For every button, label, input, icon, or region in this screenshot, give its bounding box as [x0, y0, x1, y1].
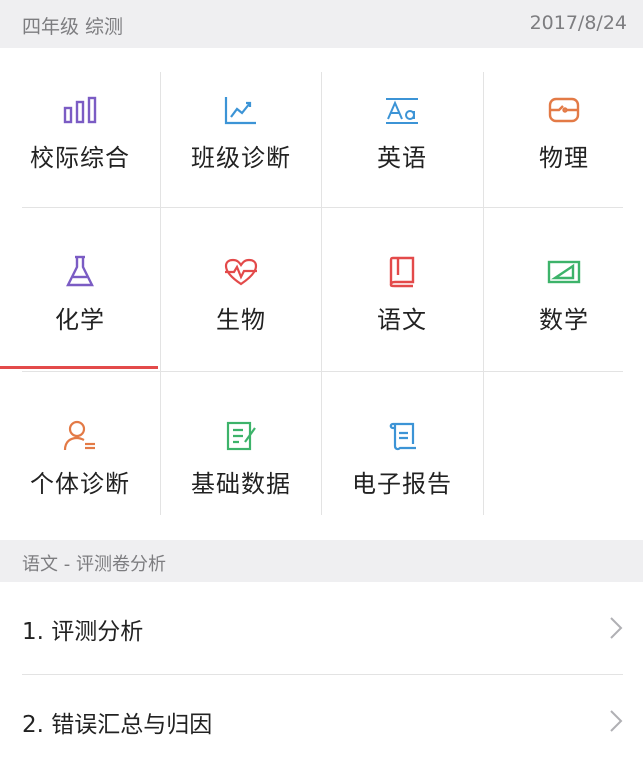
grid-item-label: 数学	[539, 306, 589, 334]
document-edit-icon	[223, 420, 259, 452]
line-chart-icon	[223, 94, 259, 126]
person-icon	[62, 420, 98, 452]
bar-chart-icon	[62, 94, 98, 126]
grid-item-e-report[interactable]: 电子报告	[322, 374, 482, 538]
flask-icon	[62, 255, 98, 288]
grid-item-class-diagnosis[interactable]: 班级诊断	[161, 48, 321, 212]
grid-item-label: 语文	[377, 306, 427, 334]
page-title: 四年级 综测	[22, 16, 124, 38]
grid-item-chinese[interactable]: 语文	[322, 210, 482, 374]
chevron-right-icon	[610, 617, 623, 639]
grid-item-inter-school[interactable]: 校际综合	[0, 48, 160, 212]
ruler-triangle-icon	[546, 256, 582, 288]
grid-item-label: 校际综合	[30, 144, 130, 172]
grid-item-label: 英语	[377, 144, 427, 172]
grid-item-label: 物理	[539, 144, 589, 172]
grid-item-english[interactable]: 英语	[322, 48, 482, 212]
list-item[interactable]: 1. 评测分析	[0, 582, 643, 674]
grid-item-basic-data[interactable]: 基础数据	[161, 374, 321, 538]
text-aa-icon	[384, 94, 420, 126]
circuit-icon	[546, 94, 582, 126]
section-title: 语文 - 评测卷分析	[22, 554, 166, 575]
grid-item-label: 个体诊断	[30, 470, 130, 498]
grid-item-individual-diagnosis[interactable]: 个体诊断	[0, 374, 160, 538]
list-item-label: 1. 评测分析	[22, 619, 144, 645]
grid-item-label: 基础数据	[191, 470, 291, 498]
section-header: 语文 - 评测卷分析	[0, 540, 643, 582]
grid-item-physics[interactable]: 物理	[484, 48, 643, 212]
subject-grid: 校际综合 班级诊断 英语 物理 化学 生物 语文 数学 个体诊断 基础数据 电子…	[0, 48, 643, 540]
grid-item-chemistry[interactable]: 化学	[0, 210, 160, 374]
grid-item-label: 班级诊断	[191, 144, 291, 172]
list-item-label: 2. 错误汇总与归因	[22, 712, 213, 738]
top-bar: 四年级 综测 2017/8/24	[0, 0, 643, 48]
heartbeat-icon	[223, 256, 259, 288]
date-label: 2017/8/24	[529, 12, 627, 34]
scroll-icon	[384, 420, 420, 452]
book-icon	[384, 256, 420, 288]
grid-item-label: 电子报告	[352, 470, 452, 498]
list-item[interactable]: 2. 错误汇总与归因	[0, 675, 643, 767]
chevron-right-icon	[610, 710, 623, 732]
grid-item-biology[interactable]: 生物	[161, 210, 321, 374]
grid-item-label: 生物	[216, 306, 266, 334]
grid-item-label: 化学	[55, 306, 105, 334]
grid-item-math[interactable]: 数学	[484, 210, 643, 374]
